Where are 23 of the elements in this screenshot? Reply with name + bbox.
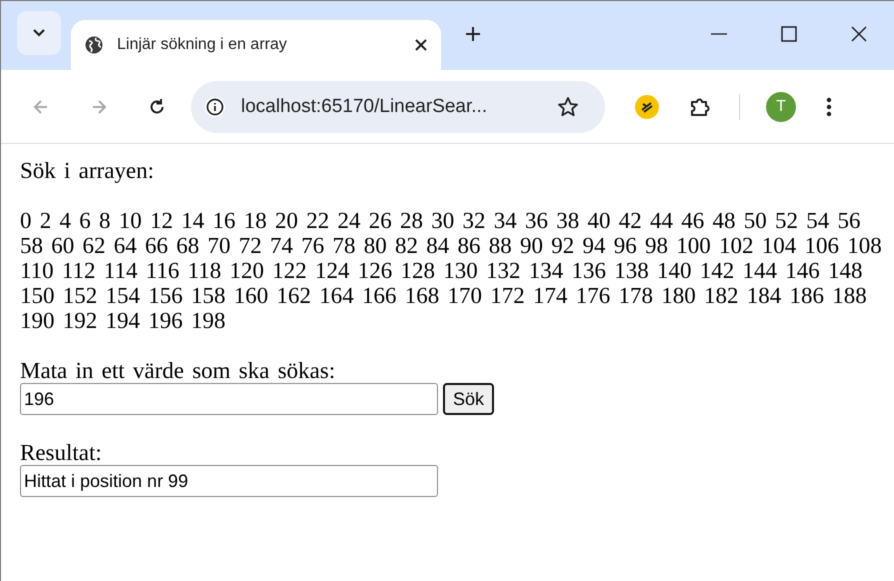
maximize-icon[interactable] (781, 26, 797, 42)
menu-icon[interactable] (826, 96, 832, 116)
bee-extension-icon[interactable] (635, 94, 659, 118)
search-button[interactable]: Sök (443, 383, 494, 415)
search-input[interactable]: 196 (20, 383, 438, 415)
address-bar[interactable]: localhost:65170/LinearSear... (191, 80, 605, 132)
info-icon[interactable] (205, 96, 225, 116)
close-icon[interactable] (415, 38, 427, 50)
result-label: Resultat: (20, 440, 103, 465)
star-icon[interactable] (557, 96, 579, 118)
globe-icon (85, 36, 103, 54)
minimize-icon[interactable] (711, 32, 727, 34)
chevron-down-icon (33, 28, 45, 36)
puzzle-icon[interactable] (689, 96, 711, 118)
url-text: localhost:65170/LinearSear... (241, 96, 488, 118)
heading-text: Sök i arrayen: (20, 158, 156, 183)
tab-title: Linjär sökning i en array (117, 36, 288, 54)
result-field[interactable]: Hittat i position nr 99 (20, 465, 438, 497)
array-values-text: 0 2 4 6 8 10 12 14 16 18 20 22 24 26 28 30 32 34 36 38 40 42 44 46 48 50 52 54 56 58 60 62 64 66 68 70 72 74 76 78 80 82 84 86 88 90 92 94 96 98 100 102 104 106 108 110 112 114 116 118 120 122 124 126 128 130 132 134 136 138 140 142 144 146 148 150 152 154 156 158 160 162 164 166 168 170 172 174 176 178 180 182 184 186 188 190 192 194 196 198 (20, 208, 883, 333)
new-tab-icon[interactable] (465, 26, 481, 42)
search-label: Mata in ett värde som ska sökas: (20, 358, 336, 383)
browser-tab[interactable]: Linjär sökning i en array (71, 20, 441, 70)
close-icon[interactable] (851, 26, 867, 42)
